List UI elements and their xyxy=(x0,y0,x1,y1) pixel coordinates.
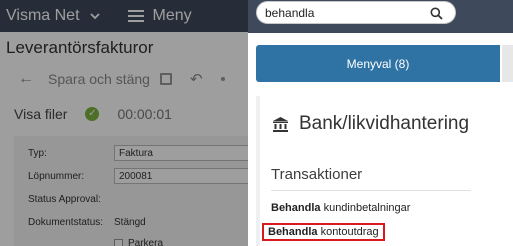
search-header xyxy=(248,0,513,33)
subsection-title: Transaktioner xyxy=(271,166,363,183)
section-title: Bank/likvidhantering xyxy=(299,113,470,134)
divider xyxy=(271,190,471,191)
result-item-bank-statement[interactable]: Behandla kontoutdrag xyxy=(262,223,385,241)
result-item-customer-payments[interactable]: Behandla kundinbetalningar xyxy=(271,202,410,214)
result-tabs: Menyval (8) xyxy=(256,45,513,82)
tab-other[interactable] xyxy=(502,45,513,82)
bank-icon xyxy=(273,116,288,132)
section-bank: Bank/likvidhantering xyxy=(272,113,469,135)
result-match-text: Behandla xyxy=(268,226,318,238)
tab-menu-options[interactable]: Menyval (8) xyxy=(256,45,500,82)
overlay-dim xyxy=(0,0,248,246)
search-box[interactable] xyxy=(256,1,456,24)
search-icon[interactable] xyxy=(430,7,443,20)
result-match-text: Behandla xyxy=(271,202,321,214)
result-rest-text: kontoutdrag xyxy=(317,226,379,238)
result-rest-text: kundinbetalningar xyxy=(320,202,411,214)
search-input[interactable] xyxy=(265,5,425,20)
content-rail xyxy=(256,96,260,246)
